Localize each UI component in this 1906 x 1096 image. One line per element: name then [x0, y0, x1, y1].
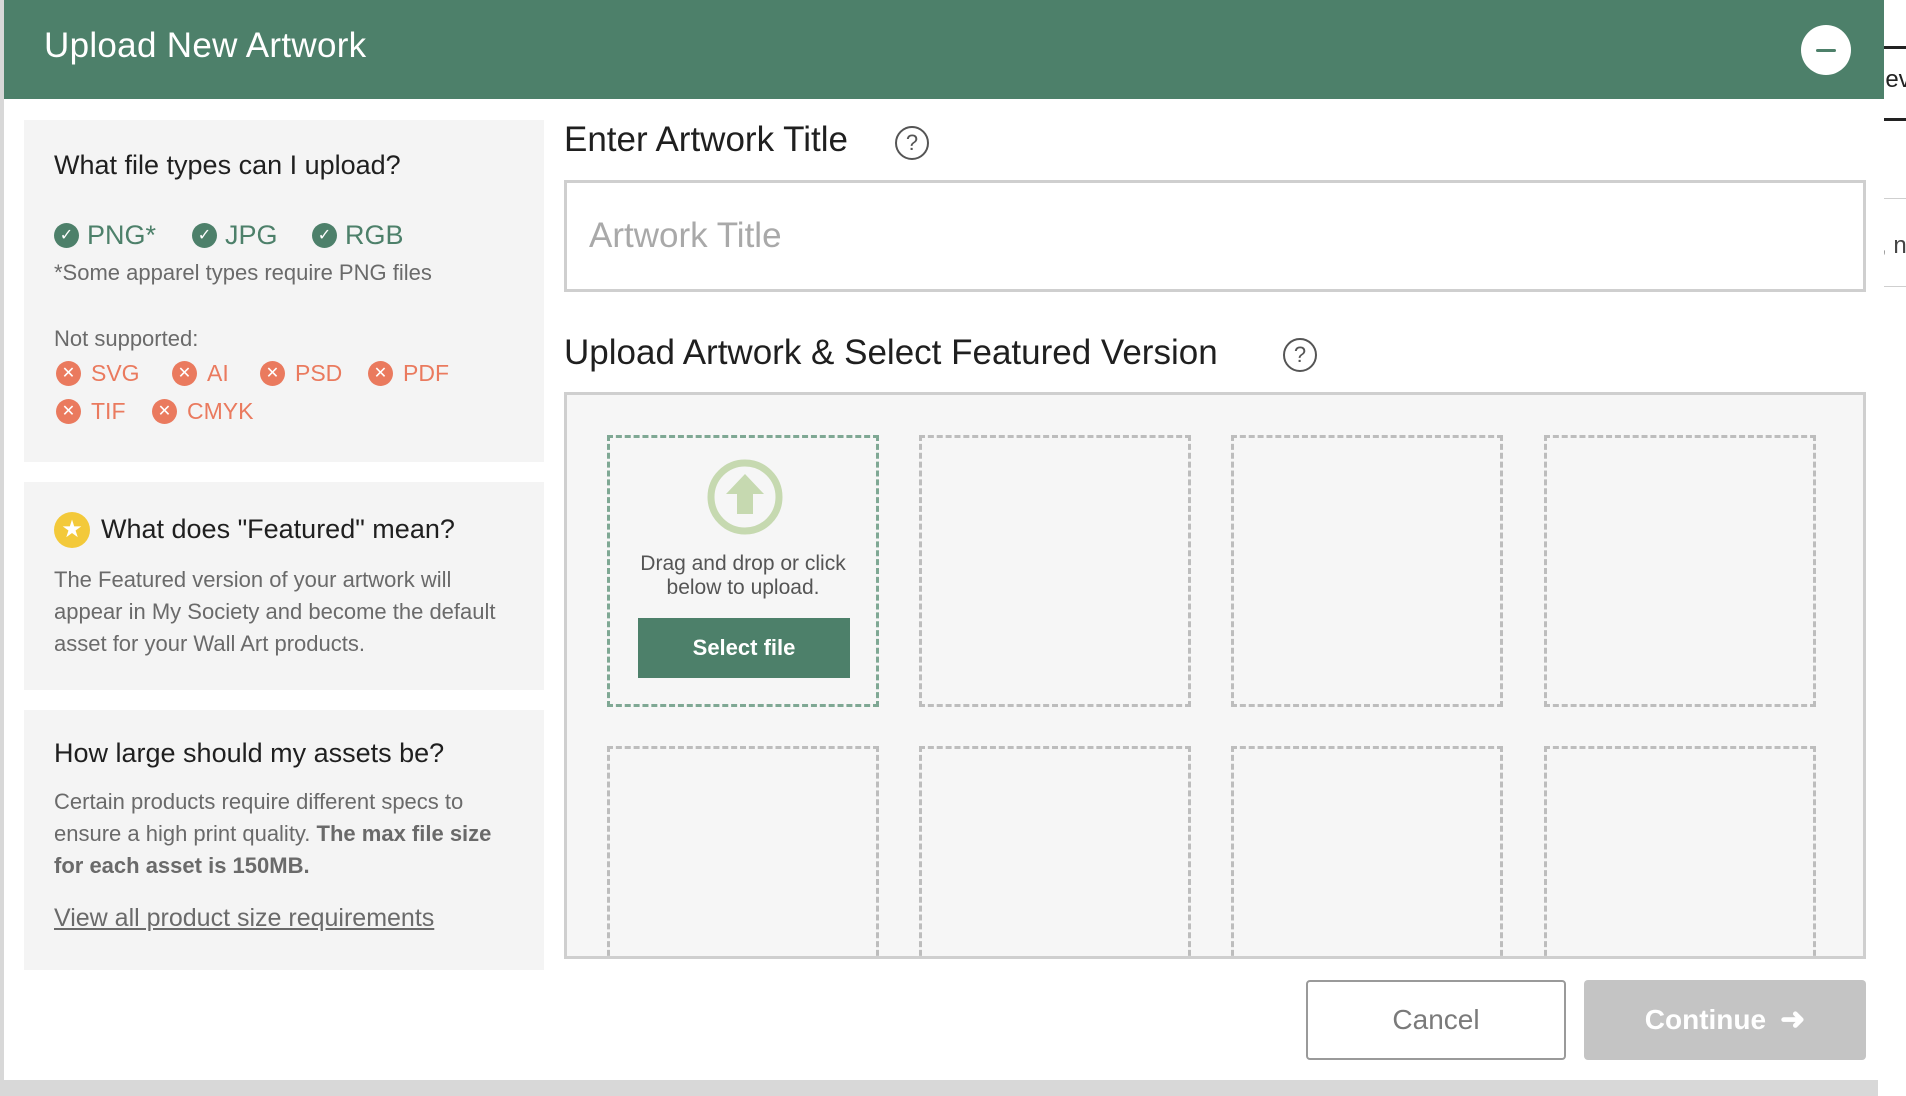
file-types-heading: What file types can I upload?: [54, 150, 401, 180]
star-icon: ★: [54, 512, 90, 548]
unsupported-type-ai: ✕ AI: [172, 360, 229, 387]
unsupported-type-cmyk: ✕ CMYK: [152, 398, 253, 425]
supported-type-rgb: ✓ RGB: [312, 220, 404, 251]
supported-note: *Some apparel types require PNG files: [54, 260, 432, 285]
unsupported-type-psd: ✕ PSD: [260, 360, 342, 387]
x-circle-icon: ✕: [56, 361, 81, 386]
arrow-right-icon: ➜: [1780, 1003, 1806, 1036]
upload-slot[interactable]: [1544, 746, 1816, 956]
featured-heading: What does "Featured" mean?: [101, 514, 455, 544]
x-circle-icon: ✕: [152, 399, 177, 424]
upload-slot[interactable]: [607, 746, 879, 956]
upload-slot[interactable]: [1544, 435, 1816, 707]
artwork-title-input[interactable]: [564, 180, 1866, 292]
minus-circle-icon[interactable]: [1801, 25, 1851, 75]
drop-instructions: Drag and drop or click below to upload.: [640, 552, 846, 599]
upload-section-label: Upload Artwork & Select Featured Version: [564, 333, 1218, 372]
x-circle-icon: ✕: [172, 361, 197, 386]
unsupported-type-svg: ✕ SVG: [56, 360, 140, 387]
modal-title: Upload New Artwork: [44, 26, 367, 65]
size-requirements-link[interactable]: View all product size requirements: [54, 904, 434, 933]
unsupported-type-pdf: ✕ PDF: [368, 360, 449, 387]
featured-info-panel: ★ What does "Featured" mean? The Feature…: [24, 482, 544, 690]
modal-header: Upload New Artwork: [4, 0, 1884, 99]
file-types-panel: What file types can I upload? ✓ PNG* ✓ J…: [24, 120, 544, 462]
upload-slot[interactable]: [1231, 746, 1503, 956]
asset-size-description: Certain products require different specs…: [54, 789, 492, 878]
upload-artwork-modal: Upload New Artwork What file types can I…: [4, 0, 1884, 1080]
featured-description: The Featured version of your artwork wil…: [54, 567, 496, 656]
supported-type-jpg: ✓ JPG: [192, 220, 278, 251]
continue-button[interactable]: Continue ➜: [1584, 980, 1866, 1060]
x-circle-icon: ✕: [368, 361, 393, 386]
x-circle-icon: ✕: [56, 399, 81, 424]
upload-arrow-icon: [707, 459, 783, 535]
upload-slot-active[interactable]: Drag and drop or click below to upload. …: [607, 435, 879, 707]
check-icon: ✓: [312, 223, 337, 248]
unsupported-type-tif: ✕ TIF: [56, 398, 126, 425]
asset-size-panel: How large should my assets be? Certain p…: [24, 710, 544, 970]
upload-slot[interactable]: [1231, 435, 1503, 707]
check-icon: ✓: [192, 223, 217, 248]
continue-label: Continue: [1644, 1004, 1767, 1035]
help-icon[interactable]: ?: [1283, 338, 1317, 372]
not-supported-label: Not supported:: [54, 326, 199, 351]
upload-slot[interactable]: [919, 435, 1191, 707]
cancel-button[interactable]: Cancel: [1306, 980, 1566, 1060]
asset-size-heading: How large should my assets be?: [54, 738, 445, 768]
upload-grid: Drag and drop or click below to upload. …: [564, 392, 1866, 959]
help-icon[interactable]: ?: [895, 126, 929, 160]
x-circle-icon: ✕: [260, 361, 285, 386]
upload-slot[interactable]: [919, 746, 1191, 956]
artwork-title-label: Enter Artwork Title: [564, 120, 848, 159]
supported-type-png: ✓ PNG*: [54, 220, 156, 251]
select-file-button[interactable]: Select file: [638, 618, 850, 678]
check-icon: ✓: [54, 223, 79, 248]
